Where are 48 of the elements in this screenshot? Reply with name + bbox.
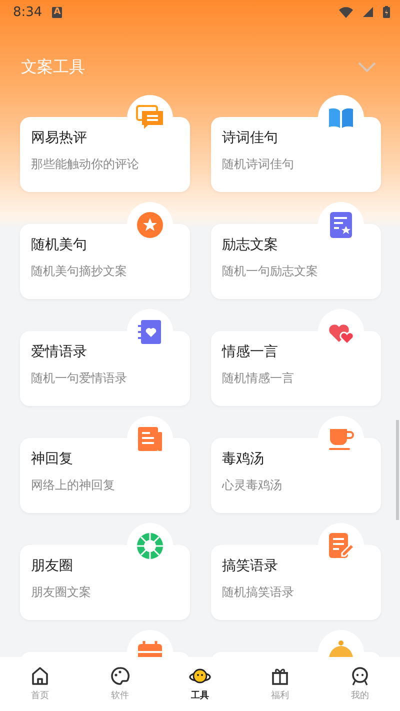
card-title: 随机美句 xyxy=(31,236,88,254)
card-title: 情感一言 xyxy=(222,343,279,361)
status-time: 8:34 xyxy=(13,4,42,20)
tool-card[interactable]: 神回复 网络上的神回复 xyxy=(20,438,190,513)
card-title: 朋友圈 xyxy=(31,557,74,575)
tool-card[interactable]: 诗词佳句 随机诗词佳句 xyxy=(211,117,381,192)
card-title: 网易热评 xyxy=(31,129,88,147)
card-subtitle: 网络上的神回复 xyxy=(31,477,116,494)
chat-icon xyxy=(136,104,164,132)
card-subtitle: 随机搞笑语录 xyxy=(222,584,295,601)
palette-icon xyxy=(110,666,130,686)
planet-icon xyxy=(189,666,211,686)
tool-card[interactable]: 励志文案 随机一句励志文案 xyxy=(211,224,381,299)
card-title: 诗词佳句 xyxy=(222,129,279,147)
card-subtitle: 随机诗词佳句 xyxy=(222,156,295,173)
tool-card[interactable]: 随机美句 随机美句摘抄文案 xyxy=(20,224,190,299)
signal-icon xyxy=(363,7,373,17)
card-title: 搞笑语录 xyxy=(222,557,279,575)
card-title: 爱情语录 xyxy=(31,343,88,361)
home-icon xyxy=(30,666,50,686)
card-title: 励志文案 xyxy=(222,236,279,254)
aperture-icon xyxy=(136,532,164,560)
card-subtitle: 心灵毒鸡汤 xyxy=(222,477,283,494)
tool-card[interactable]: 情感一言 随机情感一言 xyxy=(211,331,381,406)
tool-card[interactable]: 搞笑语录 随机搞笑语录 xyxy=(211,545,381,620)
newspaper-icon xyxy=(136,425,164,453)
tool-card[interactable]: 毒鸡汤 心灵毒鸡汤 xyxy=(211,438,381,513)
card-subtitle: 随机美句摘抄文案 xyxy=(31,263,128,280)
chevron-icon[interactable] xyxy=(358,62,376,72)
card-subtitle: 朋友圈文案 xyxy=(31,584,92,601)
card-subtitle: 随机一句励志文案 xyxy=(222,263,319,280)
tool-card[interactable]: 朋友圈 朋友圈文案 xyxy=(20,545,190,620)
section-title: 文案工具 xyxy=(21,56,85,78)
tool-card[interactable]: 网易热评 那些能触动你的评论 xyxy=(20,117,190,192)
card-subtitle: 随机一句爱情语录 xyxy=(31,370,128,387)
nav-tab[interactable]: 工具 xyxy=(160,657,240,711)
gift-icon xyxy=(270,666,290,686)
tool-card[interactable]: 爱情语录 随机一句爱情语录 xyxy=(20,331,190,406)
smiley-icon xyxy=(350,666,370,686)
card-title: 毒鸡汤 xyxy=(222,450,265,468)
battery-icon xyxy=(383,6,390,18)
notification-icon: A xyxy=(52,6,62,18)
card-subtitle: 那些能触动你的评论 xyxy=(31,156,140,173)
card-subtitle: 随机情感一言 xyxy=(222,370,295,387)
note-pencil-icon xyxy=(327,532,355,560)
notebook-heart-icon xyxy=(136,318,164,346)
card-title: 神回复 xyxy=(31,450,74,468)
wifi-icon xyxy=(339,6,353,18)
